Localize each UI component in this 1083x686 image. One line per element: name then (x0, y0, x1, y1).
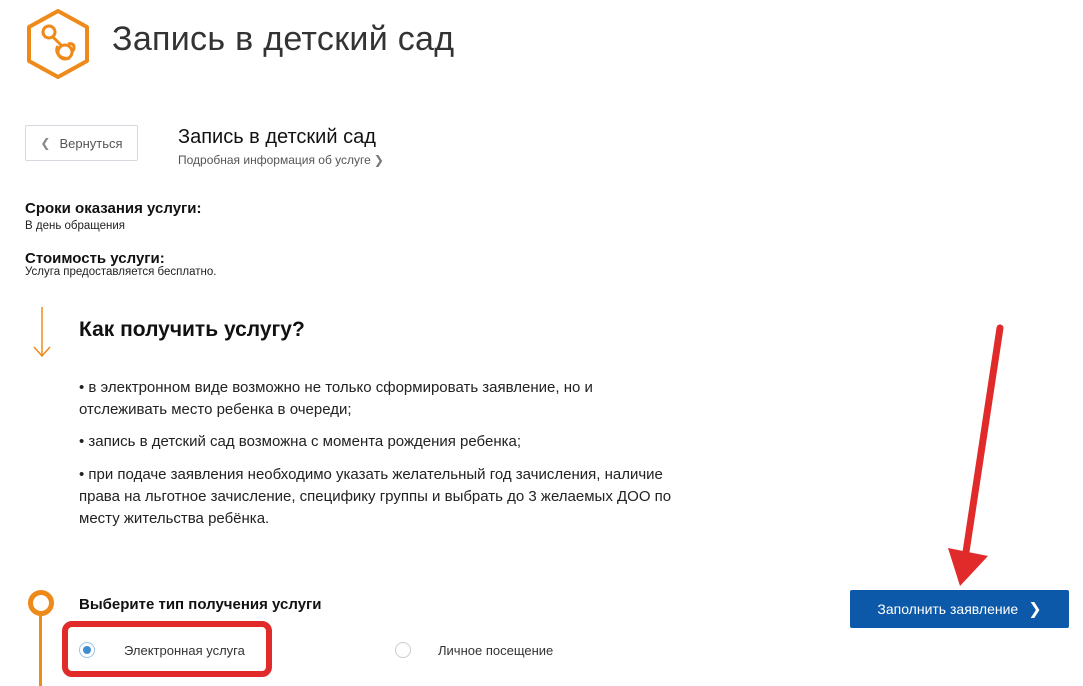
page-title: Запись в детский сад (112, 20, 455, 58)
annotation-highlight-box (62, 621, 272, 677)
pacifier-icon (27, 9, 89, 79)
cost-heading: Стоимость услуги: (25, 250, 165, 267)
arrow-down-icon (33, 307, 51, 358)
info-bullet: • в электронном виде возможно не только … (79, 379, 593, 418)
how-to-get-heading: Как получить услугу? (79, 318, 305, 341)
back-button[interactable]: ❮ Вернуться (25, 125, 138, 161)
fill-application-button-label: Заполнить заявление (877, 601, 1019, 617)
back-button-label: Вернуться (59, 135, 123, 151)
service-title: Запись в детский сад (178, 126, 376, 148)
service-info-link-label: Подробная информация об услуге (178, 153, 371, 167)
info-bullet: • запись в детский сад возможна с момент… (79, 433, 522, 450)
service-type-heading: Выберите тип получения услуги (79, 596, 322, 613)
radio-personal-visit-label[interactable]: Личное посещение (438, 643, 553, 658)
fill-application-button[interactable]: Заполнить заявление ❯ (850, 590, 1069, 628)
info-bullet: • при подаче заявления необходимо указат… (79, 466, 672, 527)
chevron-right-icon: ❯ (1028, 601, 1042, 618)
terms-value: В день обращения (25, 220, 126, 232)
annotation-arrow-icon (948, 324, 1004, 586)
service-info-link[interactable]: Подробная информация об услуге ❯ (178, 153, 384, 167)
radio-personal-visit[interactable] (395, 642, 411, 658)
cost-value: Услуга предоставляется бесплатно. (25, 266, 217, 278)
chevron-right-icon: ❯ (373, 153, 384, 167)
chevron-left-icon: ❮ (40, 136, 51, 150)
step-marker (28, 590, 54, 616)
step-connector-line (39, 616, 42, 686)
terms-heading: Сроки оказания услуги: (25, 200, 202, 217)
